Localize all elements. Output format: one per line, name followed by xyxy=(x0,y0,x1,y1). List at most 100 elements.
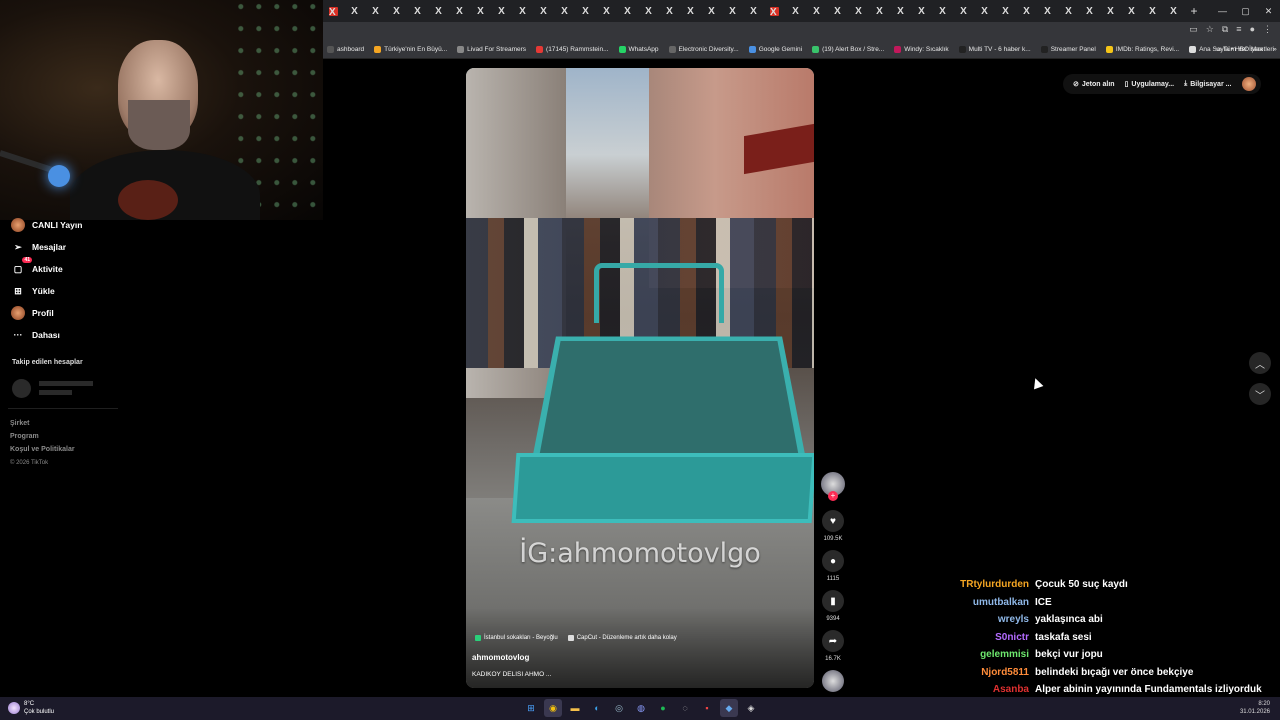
save-button[interactable]: ▮ xyxy=(822,590,844,612)
sound-disc[interactable] xyxy=(822,670,844,692)
browser-tab[interactable]: X xyxy=(1100,0,1121,22)
like-button[interactable]: ♥ xyxy=(822,510,844,532)
all-bookmarks[interactable]: ▭ Tüm Yer İşaretleri xyxy=(1215,40,1274,58)
browser-tab[interactable]: X xyxy=(743,0,764,22)
address-bar[interactable]: ▭ ☆ ⧉ ≡ ● ⋮ xyxy=(323,22,1280,40)
maximize-button[interactable]: ▢ xyxy=(1234,0,1257,22)
bookmark-item[interactable]: Google Gemini xyxy=(745,45,808,53)
bookmark-item[interactable]: (17145) Rammstein... xyxy=(532,45,615,53)
video-player[interactable]: İG:ahmomotovlgo İstanbul sokakları - Bey… xyxy=(466,68,814,688)
browser-tab[interactable]: X xyxy=(407,0,428,22)
system-clock[interactable]: 8:20 31.01.2026 xyxy=(1240,700,1270,716)
bookmark-item[interactable]: WhatsApp xyxy=(615,45,665,53)
profile-icon[interactable]: ● xyxy=(1250,24,1255,35)
browser-tab[interactable]: X xyxy=(1142,0,1163,22)
start-icon[interactable]: ⊞ xyxy=(522,699,540,717)
obs-icon[interactable]: ◌ xyxy=(676,699,694,717)
chrome-icon[interactable]: ◉ xyxy=(544,699,562,717)
browser-tab[interactable]: X xyxy=(680,0,701,22)
bookmark-item[interactable]: IMDb: Ratings, Revi... xyxy=(1102,45,1185,53)
browser-tab[interactable]: X xyxy=(533,0,554,22)
close-window-button[interactable]: ✕ xyxy=(1257,0,1280,22)
app-icon[interactable]: ◆ xyxy=(720,699,738,717)
footer-link-company[interactable]: Şirket xyxy=(10,417,75,430)
minimize-button[interactable]: — xyxy=(1211,0,1234,22)
bookmark-item[interactable]: Streamer Panel xyxy=(1037,45,1102,53)
sidebar-item-profile[interactable]: Profil xyxy=(0,302,130,324)
browser-tab[interactable]: X xyxy=(1037,0,1058,22)
browser-tab[interactable]: X xyxy=(323,0,344,22)
user-avatar[interactable] xyxy=(1242,77,1257,91)
share-button[interactable]: ➦ xyxy=(822,630,844,652)
footer-link-terms[interactable]: Koşul ve Politikalar xyxy=(10,443,75,456)
steam-icon[interactable]: ◎ xyxy=(610,699,628,717)
browser-tab[interactable]: X xyxy=(428,0,449,22)
bookmark-item[interactable]: Livad For Streamers xyxy=(453,45,532,53)
browser-tab[interactable]: X xyxy=(365,0,386,22)
bookmark-star-icon[interactable]: ☆ xyxy=(1206,24,1214,35)
footer-link-program[interactable]: Program xyxy=(10,430,75,443)
video-author[interactable]: ahmomotovlog xyxy=(472,653,529,662)
creator-avatar[interactable]: + xyxy=(821,472,845,501)
browser-tab[interactable]: X xyxy=(512,0,533,22)
browser-tab[interactable]: X xyxy=(638,0,659,22)
tool-icon[interactable]: ◈ xyxy=(742,699,760,717)
bookmark-item[interactable]: Windy: Sıcaklık xyxy=(890,45,954,53)
sidebar-item-live[interactable]: CANLI Yayın xyxy=(0,214,130,236)
follow-plus-icon[interactable]: + xyxy=(828,491,838,501)
spotify-icon[interactable]: ● xyxy=(654,699,672,717)
browser-tab[interactable]: X xyxy=(785,0,806,22)
browser-tab[interactable]: X xyxy=(596,0,617,22)
cast-icon[interactable]: ▭ xyxy=(1189,24,1198,35)
browser-tab[interactable]: X xyxy=(617,0,638,22)
browser-tab[interactable]: X xyxy=(659,0,680,22)
browser-tab[interactable]: X xyxy=(491,0,512,22)
location-tag[interactable]: İstanbul sokakları - Beyoğlu xyxy=(475,635,558,641)
bookmark-item[interactable]: ashboard xyxy=(323,45,370,53)
weather-widget[interactable]: 8°C Çok bulutlu xyxy=(8,700,54,716)
browser-tab[interactable]: X xyxy=(869,0,890,22)
browser-tab[interactable]: X xyxy=(890,0,911,22)
get-coins-button[interactable]: ⊘ Jeton alın xyxy=(1068,80,1120,89)
browser-tab[interactable]: X xyxy=(911,0,932,22)
extensions-icon[interactable]: ⧉ xyxy=(1222,24,1228,35)
browser-tab[interactable]: X xyxy=(386,0,407,22)
capcut-tag[interactable]: CapCut - Düzenleme artık daha kolay xyxy=(567,635,677,641)
previous-video-button[interactable]: ︿ xyxy=(1249,352,1271,374)
browser-tab[interactable]: X xyxy=(701,0,722,22)
browser-tab[interactable]: X xyxy=(554,0,575,22)
browser-tab[interactable]: X xyxy=(1079,0,1100,22)
browser-tab[interactable]: X xyxy=(1016,0,1037,22)
bookmark-item[interactable]: Multi TV - 6 haber k... xyxy=(955,45,1037,53)
browser-tab[interactable]: X xyxy=(932,0,953,22)
menu-icon[interactable]: ⋮ xyxy=(1263,24,1272,35)
browser-tab[interactable]: X xyxy=(995,0,1016,22)
pc-app-button[interactable]: ⤓ Bilgisayar ... xyxy=(1179,80,1236,88)
comment-button[interactable]: ● xyxy=(822,550,844,572)
browser-tab[interactable]: X xyxy=(764,0,785,22)
browser-tab[interactable]: X xyxy=(974,0,995,22)
video-caption[interactable]: KADIKOY DELISI AHMO ... xyxy=(472,671,551,678)
bookmark-item[interactable]: Electronic Diversity... xyxy=(665,45,745,53)
bookmark-item[interactable]: Türkiye'nin En Büyü... xyxy=(370,45,453,53)
browser-tab[interactable]: X xyxy=(344,0,365,22)
browser-tab[interactable]: X xyxy=(806,0,827,22)
browser-tab[interactable]: X xyxy=(722,0,743,22)
new-tab-button[interactable]: + xyxy=(1184,4,1204,18)
kick-icon[interactable]: ▪ xyxy=(698,699,716,717)
browser-tab[interactable]: X xyxy=(449,0,470,22)
browser-tab[interactable]: X xyxy=(575,0,596,22)
browser-tab[interactable]: X xyxy=(848,0,869,22)
sidebar-item-activity[interactable]: ▢ 41 Aktivite xyxy=(0,257,130,280)
media-icon[interactable]: ≡ xyxy=(1236,24,1241,35)
browser-tab[interactable]: X xyxy=(827,0,848,22)
browser-tab[interactable]: X xyxy=(470,0,491,22)
sidebar-item-upload[interactable]: ⊞ Yükle xyxy=(0,280,130,302)
get-app-button[interactable]: ▯ Uygulamay... xyxy=(1120,80,1180,89)
browser-tab[interactable]: X xyxy=(953,0,974,22)
edge-icon[interactable]: ◐ xyxy=(588,699,606,717)
browser-tab[interactable]: X xyxy=(1121,0,1142,22)
folder-icon[interactable]: ▬ xyxy=(566,699,584,717)
browser-tab[interactable]: X xyxy=(1163,0,1184,22)
sidebar-item-messages[interactable]: ➢ Mesajlar xyxy=(0,236,130,258)
